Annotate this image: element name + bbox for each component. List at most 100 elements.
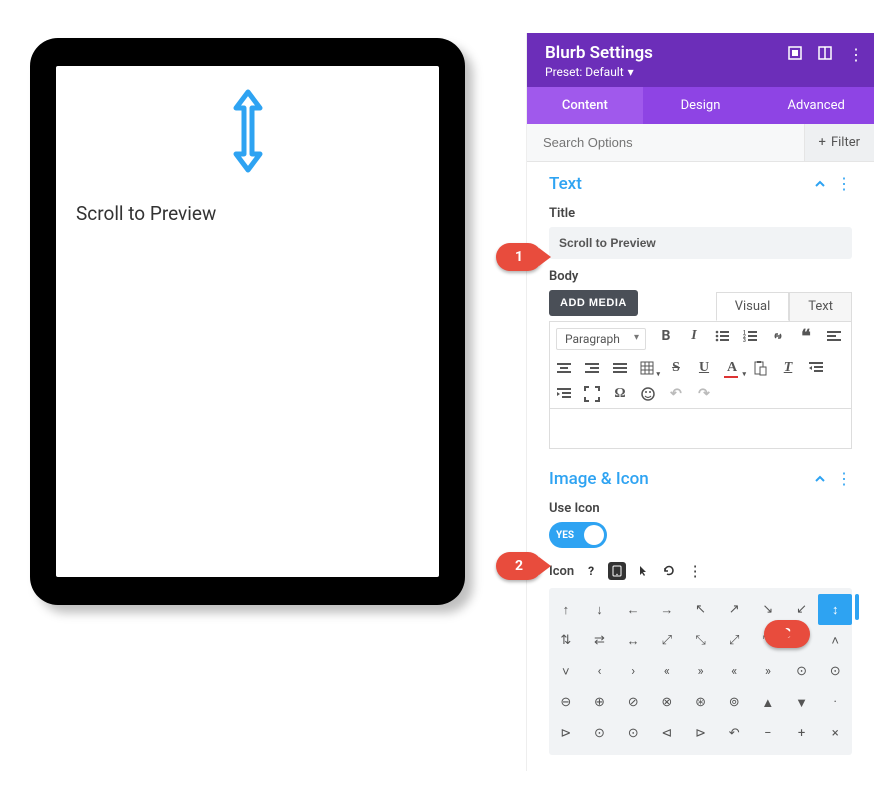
icon-cell[interactable]: ⊙ xyxy=(583,718,617,749)
align-center-icon[interactable] xyxy=(556,360,572,376)
textcolor-icon[interactable]: A▾ xyxy=(724,360,740,376)
icon-cell[interactable]: ⊖ xyxy=(549,687,583,718)
icon-cell[interactable]: ▲ xyxy=(751,687,785,718)
ol-icon[interactable]: 123 xyxy=(742,328,758,344)
use-icon-label: Use Icon xyxy=(549,501,852,516)
icon-cell[interactable]: ⊚ xyxy=(717,687,751,718)
tablet-frame: Scroll to Preview xyxy=(30,38,465,605)
icon-cell[interactable]: ↑ xyxy=(549,594,583,625)
more-icon[interactable]: ⋮ xyxy=(686,562,704,580)
settings-panel: Blurb Settings Preset: Default ▾ ⋮ Conte… xyxy=(526,33,874,771)
section-more-icon[interactable]: ⋮ xyxy=(836,471,852,487)
icon-cell[interactable]: × xyxy=(818,718,852,749)
collapse-icon[interactable] xyxy=(814,175,826,194)
paragraph-select[interactable]: Paragraph xyxy=(556,328,646,350)
undo-icon[interactable]: ↶ xyxy=(668,386,684,402)
section-more-icon[interactable]: ⋮ xyxy=(836,176,852,192)
icon-cell[interactable]: ⤢ xyxy=(650,625,684,656)
collapse-icon[interactable] xyxy=(814,470,826,489)
icon-cell[interactable]: ⊙ xyxy=(785,656,819,687)
tablet-screen: Scroll to Preview xyxy=(56,66,439,577)
filter-button[interactable]: + Filter xyxy=(804,124,874,161)
align-right-icon[interactable] xyxy=(584,360,600,376)
icon-cell[interactable]: ↕ xyxy=(818,594,852,625)
paste-icon[interactable] xyxy=(752,360,768,376)
omega-icon[interactable]: Ω xyxy=(612,386,628,402)
icon-cell[interactable]: « xyxy=(650,656,684,687)
fullscreen-icon[interactable] xyxy=(584,386,600,402)
use-icon-toggle[interactable]: YES xyxy=(549,522,607,548)
align-left-icon[interactable] xyxy=(826,328,842,344)
preset-select[interactable]: Preset: Default ▾ xyxy=(545,65,856,79)
icon-cell[interactable]: + xyxy=(785,718,819,749)
tab-content[interactable]: Content xyxy=(527,87,643,124)
layout-icon[interactable] xyxy=(818,45,832,59)
reset-icon[interactable] xyxy=(660,562,678,580)
add-media-button[interactable]: ADD MEDIA xyxy=(549,290,638,316)
editor-tab-text[interactable]: Text xyxy=(789,292,852,321)
search-input[interactable] xyxy=(527,124,804,161)
italic-icon[interactable]: I xyxy=(686,328,702,344)
help-icon[interactable]: ? xyxy=(582,562,600,580)
strike-icon[interactable]: S xyxy=(668,360,684,376)
bold-icon[interactable]: B xyxy=(658,328,674,344)
icon-cell[interactable]: ↖ xyxy=(684,594,718,625)
icon-cell[interactable]: ↗ xyxy=(717,594,751,625)
cursor-icon[interactable] xyxy=(634,562,652,580)
icon-cell[interactable]: ↶ xyxy=(717,718,751,749)
indent-icon[interactable] xyxy=(556,386,572,402)
icon-cell[interactable]: ⊕ xyxy=(583,687,617,718)
updown-arrow-icon xyxy=(228,88,268,178)
icon-cell[interactable]: ↔ xyxy=(616,625,650,656)
icon-cell[interactable]: › xyxy=(616,656,650,687)
icon-cell[interactable]: − xyxy=(751,718,785,749)
icon-cell[interactable]: ⇄ xyxy=(583,625,617,656)
outdent-icon[interactable] xyxy=(808,360,824,376)
redo-icon[interactable]: ↷ xyxy=(696,386,712,402)
icon-cell[interactable]: ˄ xyxy=(818,625,852,656)
expand-icon[interactable] xyxy=(788,45,802,59)
annotation-3: 3 xyxy=(764,620,810,648)
icon-cell[interactable]: ˅ xyxy=(549,656,583,687)
icon-cell[interactable]: ⇅ xyxy=(549,625,583,656)
icon-cell[interactable]: ⊳ xyxy=(549,718,583,749)
icon-cell[interactable]: → xyxy=(650,594,684,625)
ul-icon[interactable] xyxy=(714,328,730,344)
icon-cell[interactable]: · xyxy=(818,687,852,718)
editor-textarea[interactable] xyxy=(549,409,852,449)
emoji-icon[interactable] xyxy=(640,386,656,402)
table-icon[interactable]: ▾ xyxy=(640,360,656,376)
preview-title: Scroll to Preview xyxy=(76,202,216,225)
clear-format-icon[interactable]: T xyxy=(780,360,796,376)
section-imageicon-title: Image & Icon xyxy=(549,469,649,489)
more-icon[interactable]: ⋮ xyxy=(848,45,862,59)
icon-cell[interactable]: ⊲ xyxy=(650,718,684,749)
tab-design[interactable]: Design xyxy=(643,87,759,124)
icon-cell[interactable]: ← xyxy=(616,594,650,625)
icon-cell[interactable]: ▼ xyxy=(785,687,819,718)
tablet-icon[interactable] xyxy=(608,562,626,580)
icon-cell[interactable]: ⊘ xyxy=(616,687,650,718)
align-justify-icon[interactable] xyxy=(612,360,628,376)
icon-cell[interactable]: « xyxy=(717,656,751,687)
icon-cell[interactable]: » xyxy=(684,656,718,687)
quote-icon[interactable]: ❝ xyxy=(798,328,814,344)
icon-cell[interactable]: ⊛ xyxy=(684,687,718,718)
icon-cell[interactable]: ↓ xyxy=(583,594,617,625)
icon-cell[interactable]: ⊙ xyxy=(818,656,852,687)
scrollbar-thumb[interactable] xyxy=(855,594,859,620)
link-icon[interactable] xyxy=(770,328,786,344)
icon-cell[interactable]: » xyxy=(751,656,785,687)
svg-text:3: 3 xyxy=(743,338,746,344)
underline-icon[interactable]: U xyxy=(696,360,712,376)
icon-cell[interactable]: ⊙ xyxy=(616,718,650,749)
icon-cell[interactable]: ‹ xyxy=(583,656,617,687)
editor-tab-visual[interactable]: Visual xyxy=(716,292,790,321)
icon-cell[interactable]: ⤡ xyxy=(684,625,718,656)
icon-cell[interactable]: ⊳ xyxy=(684,718,718,749)
title-input[interactable] xyxy=(549,227,852,259)
panel-header: Blurb Settings Preset: Default ▾ ⋮ xyxy=(527,33,874,87)
icon-cell[interactable]: ⊗ xyxy=(650,687,684,718)
tab-advanced[interactable]: Advanced xyxy=(758,87,874,124)
icon-cell[interactable]: ⤢ xyxy=(717,625,751,656)
